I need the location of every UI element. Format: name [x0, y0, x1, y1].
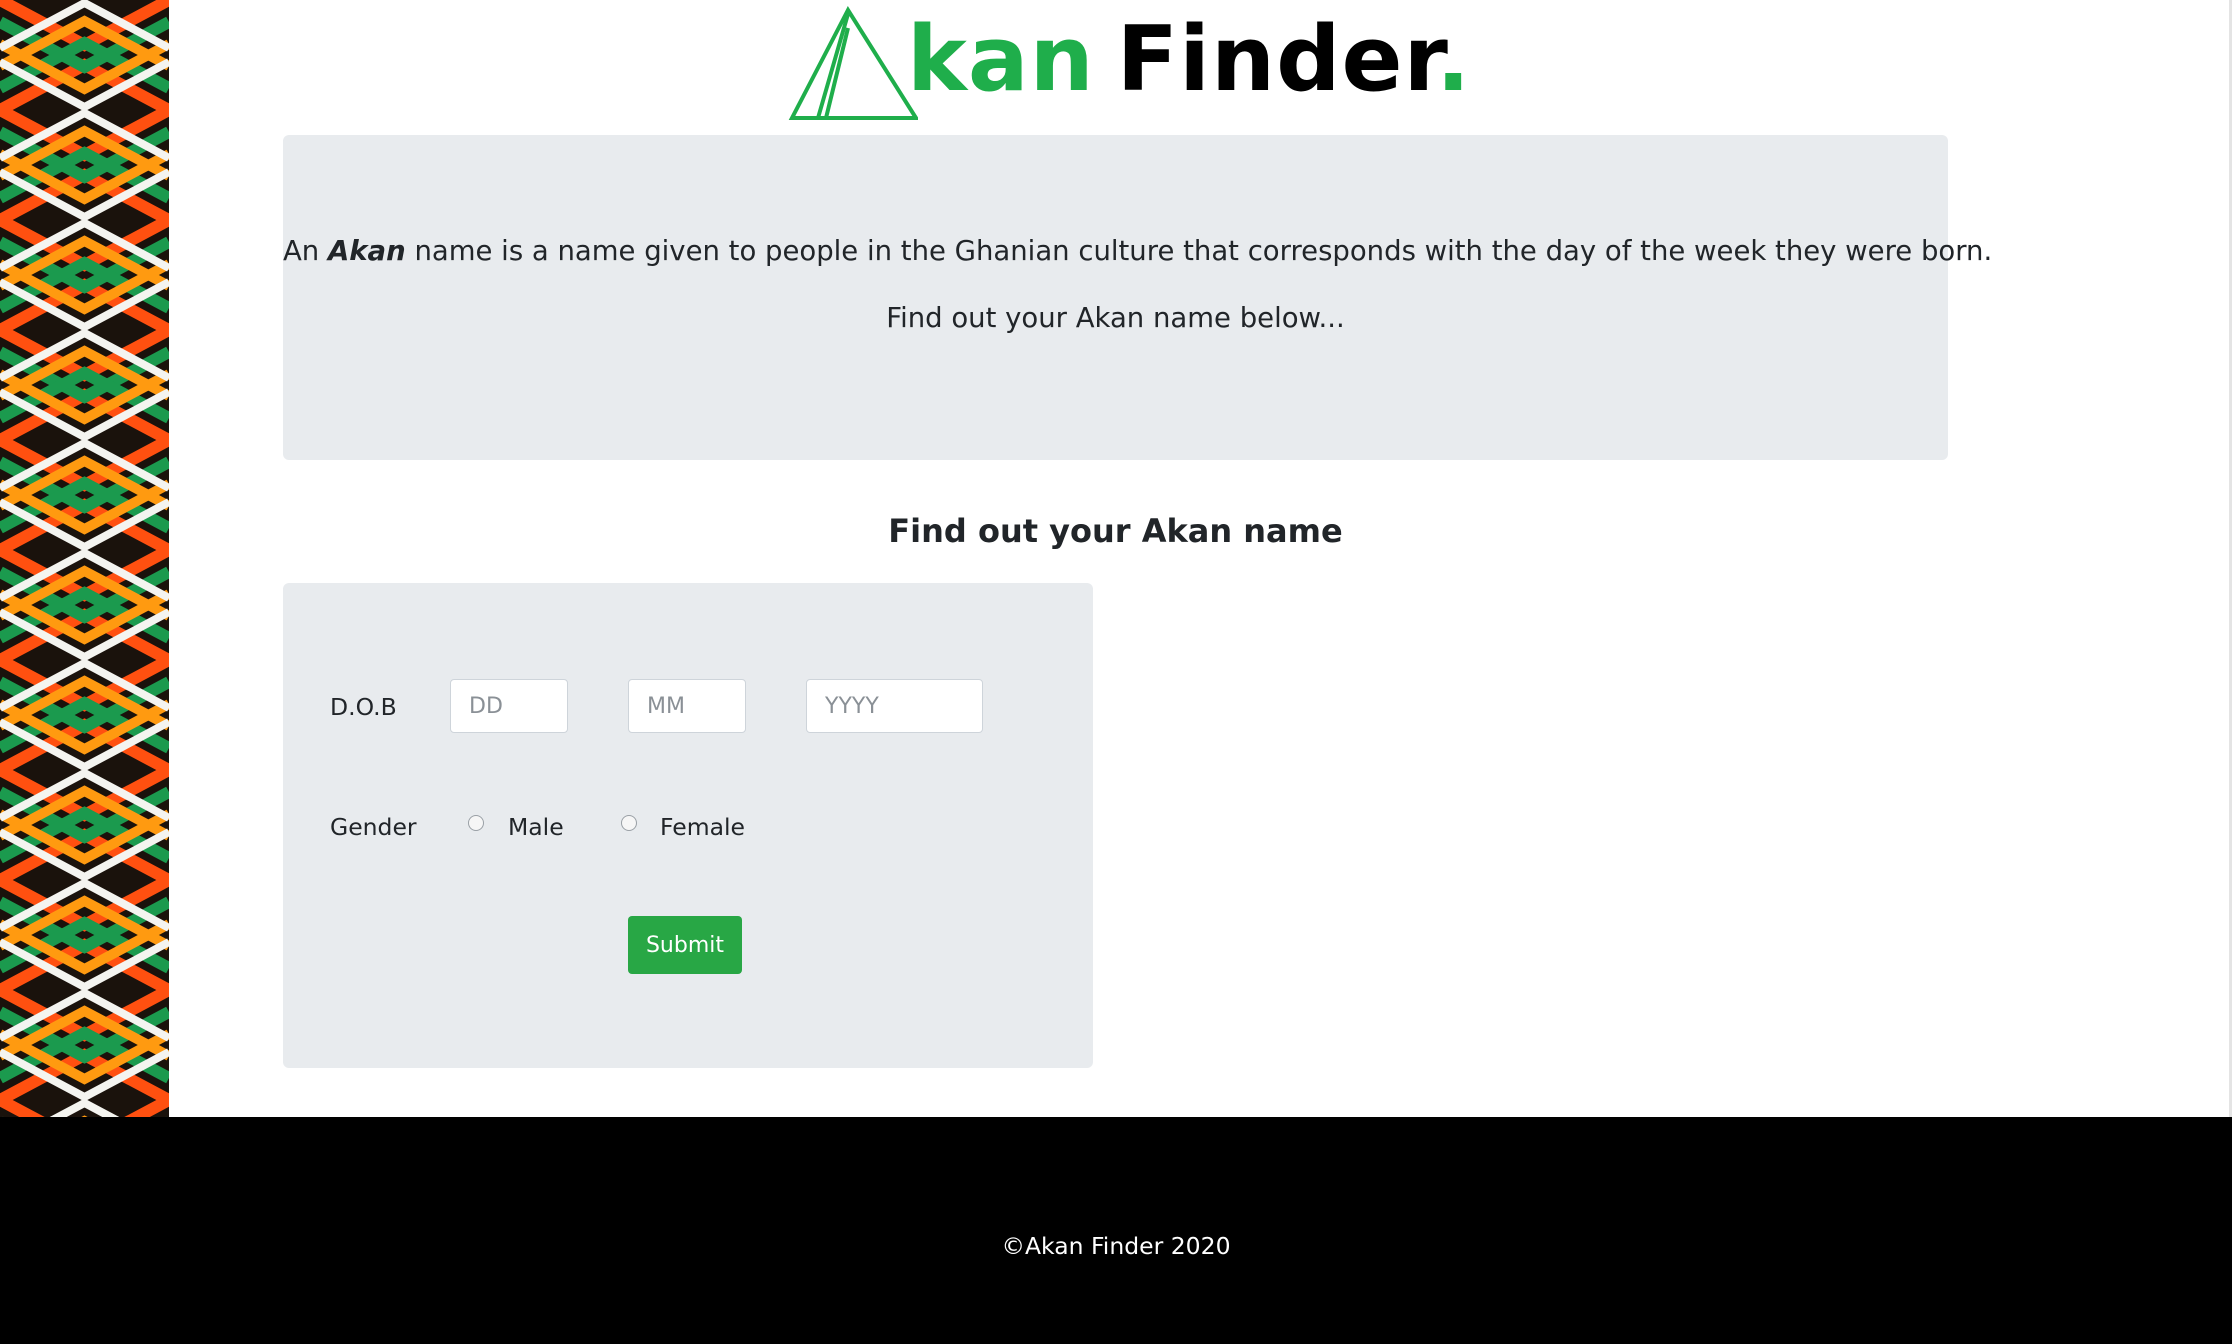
logo-wordmark-kan: kan [907, 7, 1095, 112]
logo-wordmark-dot: . [1436, 7, 1472, 112]
kente-pattern-strip [0, 0, 169, 1117]
gender-label: Gender [330, 813, 417, 841]
intro-description: An Akan name is a name given to people i… [283, 235, 1992, 267]
akan-form: D.O.B Gender Male Female Submit [283, 583, 1093, 1068]
year-input[interactable] [806, 679, 983, 733]
intro-suffix: name is a name given to people in the Gh… [405, 235, 1993, 267]
male-label[interactable]: Male [508, 813, 564, 841]
dob-label: D.O.B [330, 693, 397, 721]
triangle-icon [788, 6, 918, 120]
month-input[interactable] [628, 679, 746, 733]
intro-emphasis: Akan [327, 235, 406, 267]
male-radio[interactable] [468, 815, 484, 831]
intro-panel: An Akan name is a name given to people i… [283, 135, 1992, 460]
female-radio[interactable] [621, 815, 637, 831]
footer: ©Akan Finder 2020 [0, 1117, 2232, 1344]
intro-prefix: An [283, 235, 328, 267]
intro-call-to-action: Find out your Akan name below... [886, 302, 1345, 334]
footer-copyright: ©Akan Finder 2020 [1001, 1232, 1231, 1260]
form-heading: Find out your Akan name [888, 512, 1343, 550]
day-input[interactable] [450, 679, 568, 733]
site-logo: kan Finder. [788, 6, 1470, 122]
logo-wordmark-finder: Finder [1116, 7, 1437, 112]
kente-pattern-icon [0, 0, 169, 1117]
logo-wordmark: kan Finder. [907, 2, 1471, 118]
female-label[interactable]: Female [660, 813, 745, 841]
submit-button[interactable]: Submit [628, 916, 742, 974]
